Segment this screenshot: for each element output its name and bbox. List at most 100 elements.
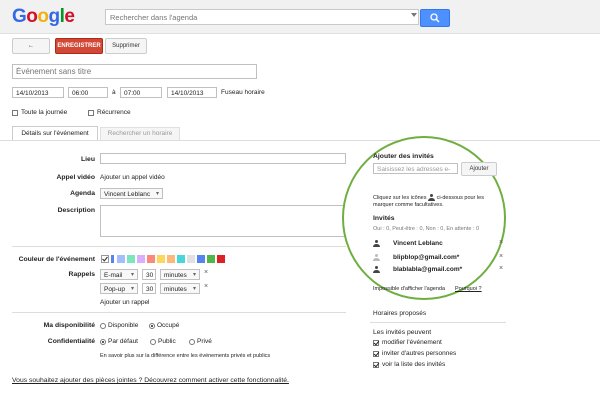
all-day-label: Toute la journée — [21, 109, 68, 116]
person-icon — [428, 194, 436, 201]
color-swatch[interactable] — [217, 255, 225, 263]
rsvp-summary: Oui : 0, Peut-être : 0, Non : 0, En atte… — [373, 226, 480, 232]
color-swatch[interactable] — [157, 255, 165, 263]
guest-2-name: blipblop@gmail.com* — [393, 254, 460, 261]
reminder-2-remove-icon[interactable]: × — [204, 283, 208, 290]
privacy-default-radio[interactable] — [100, 339, 106, 345]
tab-details[interactable]: Détails sur l'événement — [12, 126, 98, 141]
search-button[interactable] — [420, 9, 450, 27]
recurrence-checkbox[interactable] — [88, 110, 94, 116]
to-label: à — [112, 89, 116, 96]
availability-label: Ma disponibilité — [43, 322, 95, 329]
video-call-label: Appel vidéo — [56, 174, 95, 181]
reminder-1-value[interactable]: 30 — [142, 269, 156, 280]
perm-see-list-checkbox[interactable] — [373, 362, 379, 368]
guest-3-person-icon[interactable] — [373, 266, 380, 273]
all-day-checkbox[interactable] — [12, 110, 18, 116]
logo-letter: g — [48, 6, 61, 27]
guest-3-name: blablabla@gmail.com* — [393, 266, 463, 273]
privacy-private-label: Privé — [197, 338, 212, 345]
color-swatch[interactable] — [147, 255, 155, 263]
reminder-1-unit[interactable]: minutes — [160, 269, 200, 281]
guest-2-person-icon[interactable] — [373, 254, 380, 261]
reminders-label: Rappels — [68, 271, 95, 278]
guest-1-name: Vincent Leblanc — [393, 240, 443, 247]
why-link[interactable]: Pourquoi ? — [455, 286, 482, 292]
guests-highlight-circle — [342, 136, 506, 300]
calendar-select[interactable]: Vincent Leblanc — [100, 188, 163, 200]
logo-letter: e — [64, 6, 75, 27]
location-label: Lieu — [81, 156, 95, 163]
description-label: Description — [57, 207, 95, 214]
logo-letter: o — [37, 6, 49, 27]
perm-invite-checkbox[interactable] — [373, 351, 379, 357]
end-date-field[interactable]: 14/10/2013 — [167, 87, 217, 98]
search-input[interactable] — [106, 10, 404, 24]
cannot-show-calendar: Impossible d'afficher l'agenda — [373, 286, 446, 292]
google-logo[interactable]: Google — [12, 6, 75, 28]
color-swatch[interactable] — [137, 255, 145, 263]
start-time-field[interactable]: 06:00 — [68, 87, 108, 98]
search-box[interactable] — [105, 9, 419, 25]
recurrence-label: Récurrence — [97, 109, 131, 116]
back-button[interactable]: ← — [12, 38, 50, 54]
privacy-help-link[interactable]: En savoir plus sur la différence entre l… — [100, 353, 270, 359]
tab-find-time[interactable]: Rechercher un horaire — [100, 127, 180, 140]
add-video-call-link[interactable]: Ajouter un appel vidéo — [100, 174, 165, 181]
availability-busy-label: Occupé — [157, 322, 180, 329]
color-swatch[interactable] — [167, 255, 175, 263]
guest-email-input[interactable]: Saisissez les adresses e- — [373, 163, 458, 174]
event-title-input[interactable] — [12, 64, 257, 79]
color-swatch[interactable] — [177, 255, 185, 263]
attachments-link[interactable]: Vous souhaitez ajouter des pièces jointe… — [12, 377, 289, 384]
description-textarea[interactable] — [100, 205, 346, 237]
optional-hint: Cliquez sur les icônes ci-dessous pour l… — [373, 194, 498, 209]
tab-divider — [0, 140, 600, 141]
perm-modify-checkbox[interactable] — [373, 340, 379, 346]
color-default-checkbox[interactable] — [101, 255, 109, 263]
color-swatch[interactable] — [117, 255, 125, 263]
perm-modify-label: modifier l'événement — [382, 339, 442, 346]
reminder-2-type[interactable]: Pop-up — [100, 283, 138, 295]
calendar-label: Agenda — [70, 190, 95, 197]
timezone-link[interactable]: Fuseau horaire — [221, 89, 265, 96]
location-input[interactable] — [100, 153, 346, 164]
privacy-default-label: Par défaut — [108, 338, 138, 345]
add-reminder-link[interactable]: Ajouter un rappel — [100, 299, 150, 306]
suggested-times-link[interactable]: Horaires proposés — [373, 310, 426, 317]
color-swatch[interactable] — [197, 255, 205, 263]
reminder-2-value[interactable]: 30 — [142, 283, 156, 294]
hint-before: Cliquez sur les icônes — [373, 194, 427, 201]
guest-3-remove-icon[interactable]: × — [499, 265, 503, 272]
start-date-field[interactable]: 14/10/2013 — [12, 87, 64, 98]
privacy-label: Confidentialité — [47, 338, 95, 345]
event-color-label: Couleur de l'événement — [18, 256, 95, 263]
add-guest-button[interactable]: Ajouter — [461, 162, 497, 176]
divider-3 — [370, 322, 506, 323]
logo-letter: o — [26, 6, 38, 27]
reminder-1-remove-icon[interactable]: × — [204, 269, 208, 276]
check-icon — [102, 256, 108, 262]
color-swatch[interactable] — [207, 255, 215, 263]
availability-free-radio[interactable] — [100, 323, 106, 329]
guest-1-remove-icon[interactable]: × — [499, 239, 503, 246]
color-swatch[interactable] — [127, 255, 135, 263]
privacy-public-radio[interactable] — [150, 339, 156, 345]
availability-busy-radio[interactable] — [149, 323, 155, 329]
color-swatch[interactable] — [187, 255, 195, 263]
guest-1-person-icon[interactable] — [373, 240, 380, 247]
guests-title: Invités — [373, 215, 395, 222]
search-options-icon[interactable] — [411, 13, 417, 17]
guests-can-title: Les invités peuvent — [373, 329, 432, 336]
availability-free-label: Disponible — [108, 322, 139, 329]
search-icon — [430, 13, 440, 23]
reminder-1-type[interactable]: E-mail — [100, 269, 138, 281]
color-default-marker — [111, 255, 114, 263]
perm-see-list-label: voir la liste des invités — [382, 361, 446, 368]
save-button[interactable]: ENREGISTRER — [55, 38, 103, 54]
reminder-2-unit[interactable]: minutes — [160, 283, 200, 295]
guest-2-remove-icon[interactable]: × — [499, 253, 503, 260]
delete-button[interactable]: Supprimer — [105, 38, 147, 54]
end-time-field[interactable]: 07:00 — [120, 87, 162, 98]
privacy-private-radio[interactable] — [189, 339, 195, 345]
